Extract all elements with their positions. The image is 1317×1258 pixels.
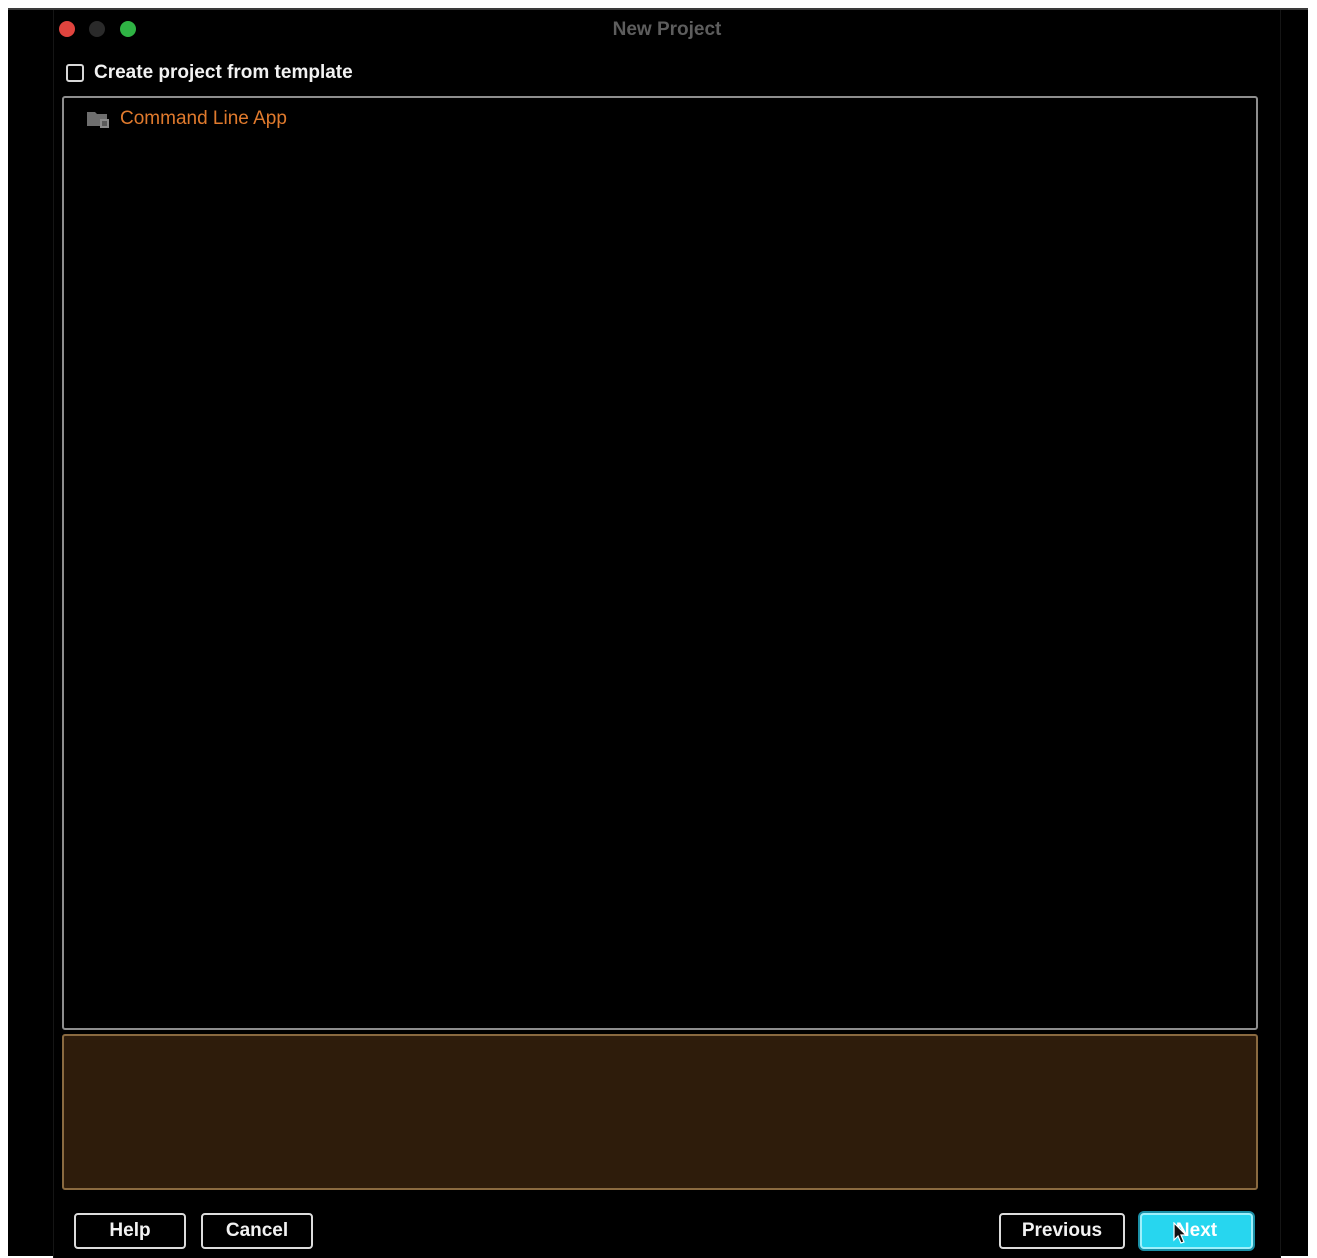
previous-button[interactable]: Previous xyxy=(999,1213,1125,1249)
template-list[interactable]: Command Line App xyxy=(62,96,1258,1030)
next-button[interactable]: Next xyxy=(1140,1213,1253,1249)
template-item-label[interactable]: Command Line App xyxy=(120,108,287,130)
list-item[interactable]: Command Line App xyxy=(86,106,287,132)
help-button[interactable]: Help xyxy=(74,1213,186,1249)
mouse-pointer-icon xyxy=(1173,1222,1187,1244)
create-from-template-checkbox[interactable] xyxy=(66,64,84,82)
template-description-panel xyxy=(62,1034,1258,1190)
folder-icon xyxy=(87,112,109,128)
title-bar: New Project xyxy=(54,10,1280,46)
create-from-template-label[interactable]: Create project from template xyxy=(94,62,353,84)
screen-frame: New Project Create project from template… xyxy=(8,8,1308,1258)
window-title: New Project xyxy=(612,19,722,40)
new-project-dialog: New Project Create project from template… xyxy=(53,10,1281,1258)
cancel-button[interactable]: Cancel xyxy=(201,1213,313,1249)
create-from-template-option[interactable]: Create project from template xyxy=(66,60,353,86)
